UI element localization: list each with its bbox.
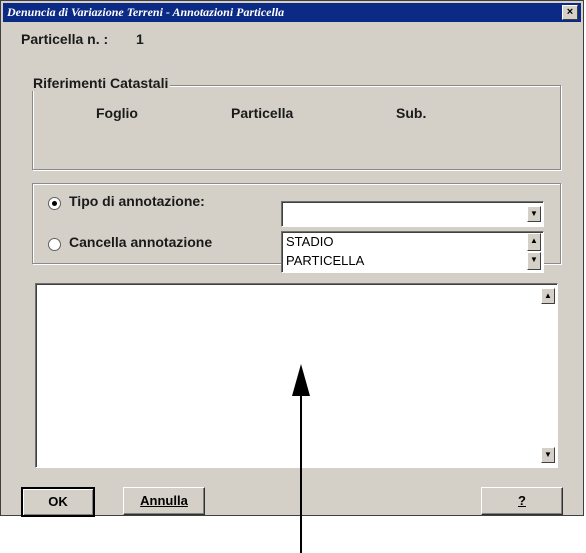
callout-arrow <box>292 364 310 553</box>
arrow-head-icon <box>292 364 310 396</box>
